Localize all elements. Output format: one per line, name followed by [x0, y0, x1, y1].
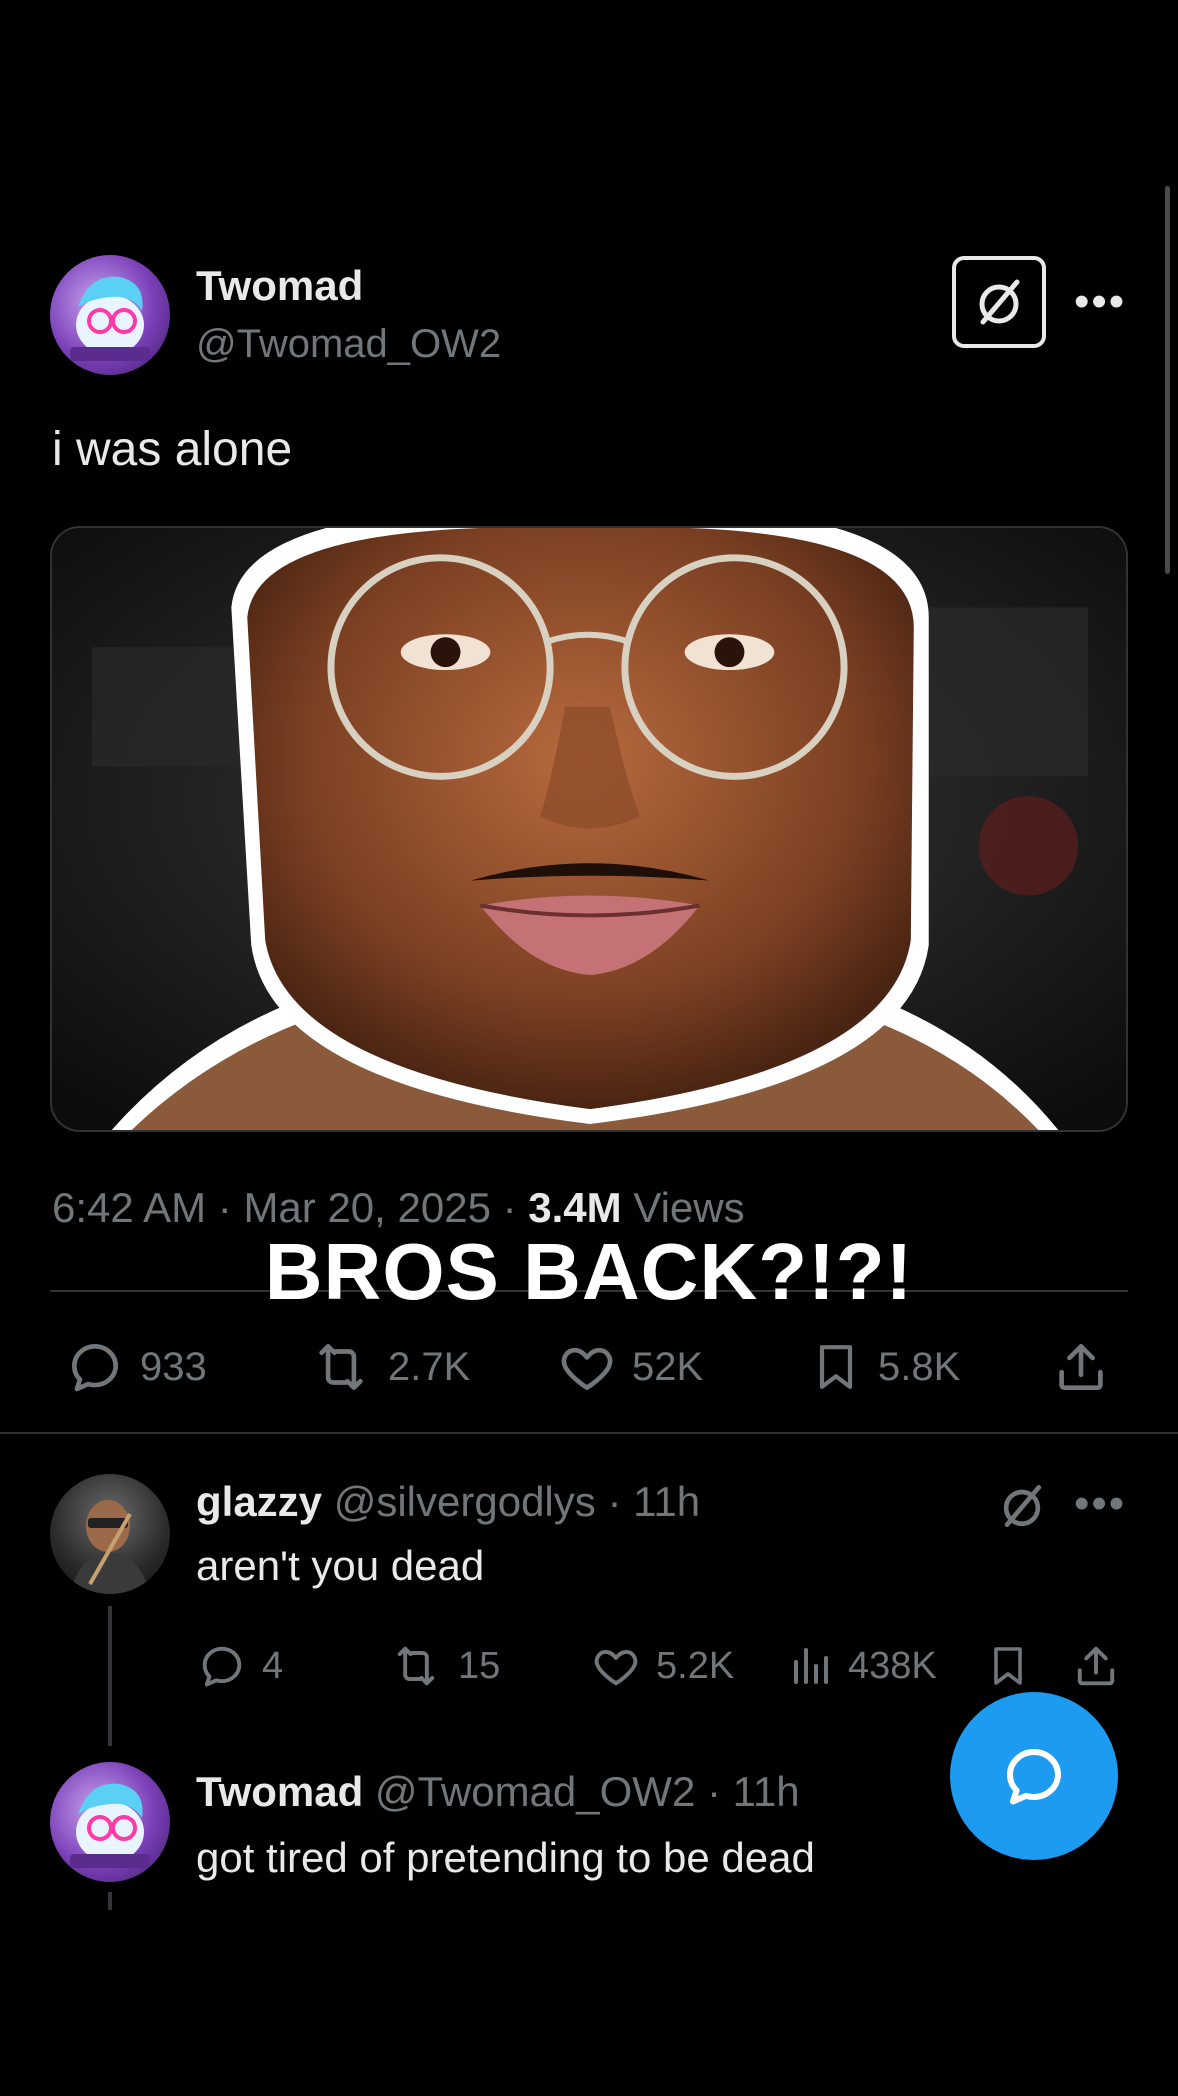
tweet-meta: 6:42 AM · Mar 20, 2025 · 3.4M Views [52, 1184, 745, 1231]
like-icon [561, 1347, 613, 1390]
repost-icon [397, 1646, 435, 1686]
display-name[interactable]: Twomad [196, 1768, 363, 1815]
like-count: 5.2K [656, 1644, 735, 1687]
grok-icon[interactable] [994, 1478, 1050, 1534]
like-button[interactable]: 5.2K [590, 1640, 734, 1692]
more-icon[interactable]: ••• [1074, 1482, 1126, 1526]
avatar[interactable] [50, 1474, 170, 1594]
share-icon [1077, 1646, 1115, 1686]
reply-count: 933 [140, 1344, 207, 1389]
views-count: 438K [848, 1644, 937, 1687]
thread-line [108, 1892, 112, 1910]
compose-reply-button[interactable] [950, 1692, 1118, 1860]
reply-text: aren't you dead [196, 1542, 485, 1589]
tweet-text: i was alone [52, 423, 293, 476]
thread-line [108, 1606, 112, 1746]
bookmark-button[interactable] [984, 1640, 1032, 1692]
section-divider [0, 1432, 1178, 1434]
grok-button[interactable] [952, 256, 1046, 348]
reply-header: glazzy @silvergodlys · 11h [196, 1478, 701, 1525]
reply-button[interactable]: 4 [196, 1640, 283, 1692]
display-name[interactable]: Twomad [196, 262, 363, 310]
overlay-caption: BROS BACK?!?! [264, 1227, 914, 1316]
grok-icon [979, 279, 1020, 325]
avatar[interactable] [50, 1762, 170, 1882]
views-button[interactable]: 438K [786, 1640, 937, 1692]
views-icon [794, 1648, 828, 1684]
tweet-time[interactable]: 6:42 AM [52, 1184, 206, 1231]
reply-text: got tired of pretending to be dead [196, 1834, 815, 1881]
like-button[interactable]: 52K [556, 1336, 703, 1398]
handle[interactable]: @Twomad_OW2 [375, 1768, 695, 1815]
reply-icon [72, 1344, 118, 1392]
bookmark-icon [819, 1345, 853, 1389]
scrollbar[interactable] [1165, 186, 1170, 574]
like-count: 52K [632, 1344, 704, 1389]
reply-header: Twomad @Twomad_OW2 · 11h [196, 1768, 800, 1815]
share-button[interactable] [1050, 1336, 1112, 1398]
handle[interactable]: @silvergodlys [334, 1478, 596, 1525]
repost-count: 15 [458, 1644, 501, 1687]
bookmark-button[interactable]: 5.8K [808, 1336, 960, 1398]
reply-count: 4 [262, 1644, 284, 1687]
compose-reply-icon [1007, 1749, 1061, 1805]
tweet-media[interactable] [50, 526, 1128, 1132]
share-icon [1059, 1344, 1103, 1390]
timestamp[interactable]: 11h [733, 1768, 800, 1815]
tweet-date[interactable]: Mar 20, 2025 [243, 1184, 491, 1231]
views-count: 3.4M [528, 1184, 622, 1231]
reply-icon [202, 1646, 242, 1687]
bookmark-icon [994, 1647, 1022, 1685]
more-icon[interactable]: ••• [1074, 280, 1126, 324]
reply-button[interactable]: 933 [64, 1336, 207, 1398]
timestamp[interactable]: 11h [633, 1478, 700, 1525]
bookmark-count: 5.8K [878, 1344, 961, 1389]
repost-count: 2.7K [388, 1344, 471, 1389]
display-name[interactable]: glazzy [196, 1478, 322, 1525]
views-label: Views [633, 1184, 745, 1231]
repost-button[interactable]: 15 [388, 1640, 500, 1692]
repost-button[interactable]: 2.7K [308, 1336, 470, 1398]
handle[interactable]: @Twomad_OW2 [196, 322, 501, 367]
repost-icon [319, 1344, 363, 1390]
share-button[interactable] [1070, 1640, 1122, 1692]
avatar[interactable] [50, 255, 170, 375]
like-icon [594, 1649, 638, 1686]
